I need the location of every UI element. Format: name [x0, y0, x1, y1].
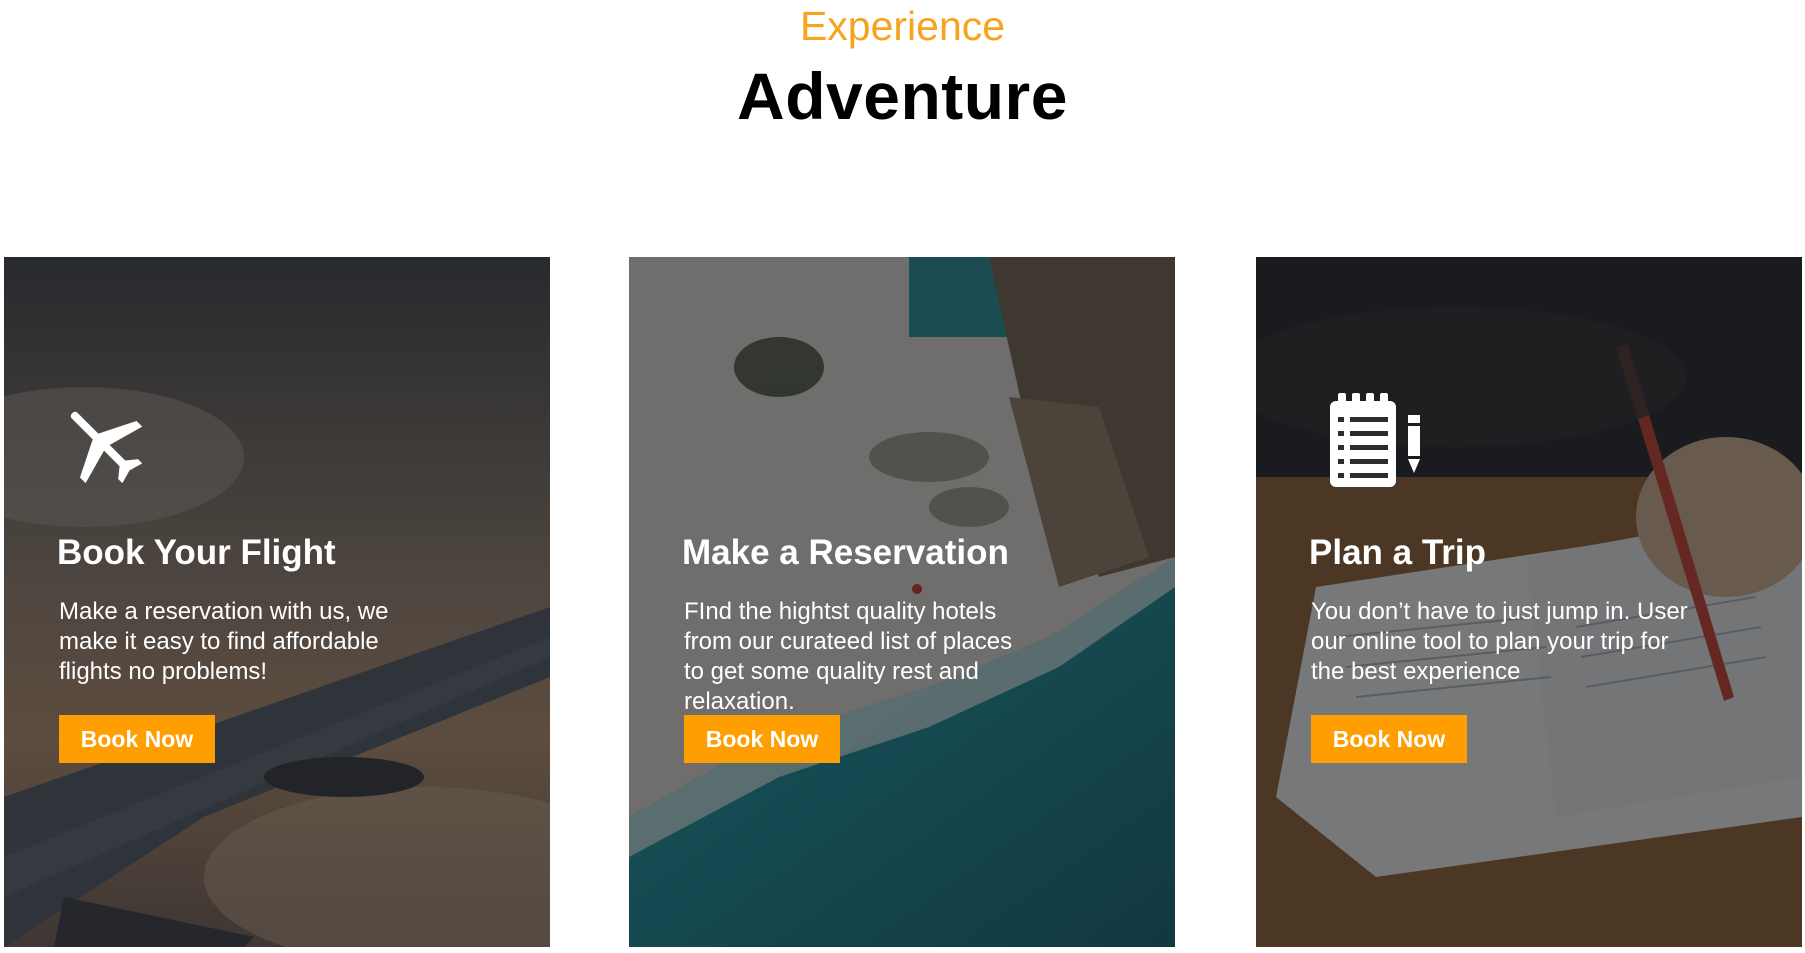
book-now-button[interactable]: Book Now: [684, 715, 840, 763]
card-description: Make a reservation with us, we make it e…: [59, 598, 389, 685]
section-title: Adventure: [737, 59, 1068, 133]
section-eyebrow: Experience: [799, 3, 1006, 49]
card-make-reservation: Make a Reservation FInd the hightst qual…: [629, 257, 1175, 947]
card-plan-trip: Plan a Trip You don’t have to just jump …: [1256, 257, 1802, 947]
card-title: Make a Reservation: [682, 533, 1009, 572]
card-description: FInd the hightst quality hotels from our…: [684, 598, 1013, 715]
book-now-button[interactable]: Book Now: [1311, 715, 1467, 763]
airplane-icon: [56, 397, 152, 493]
card-title: Plan a Trip: [1309, 533, 1486, 572]
book-now-button[interactable]: Book Now: [59, 715, 215, 763]
card-book-flight: Book Your Flight Make a reservation with…: [4, 257, 550, 947]
notepad-pencil-icon: [1328, 393, 1424, 489]
card-title: Book Your Flight: [57, 533, 336, 572]
card-description: You don’t have to just jump in. User our…: [1311, 598, 1688, 685]
